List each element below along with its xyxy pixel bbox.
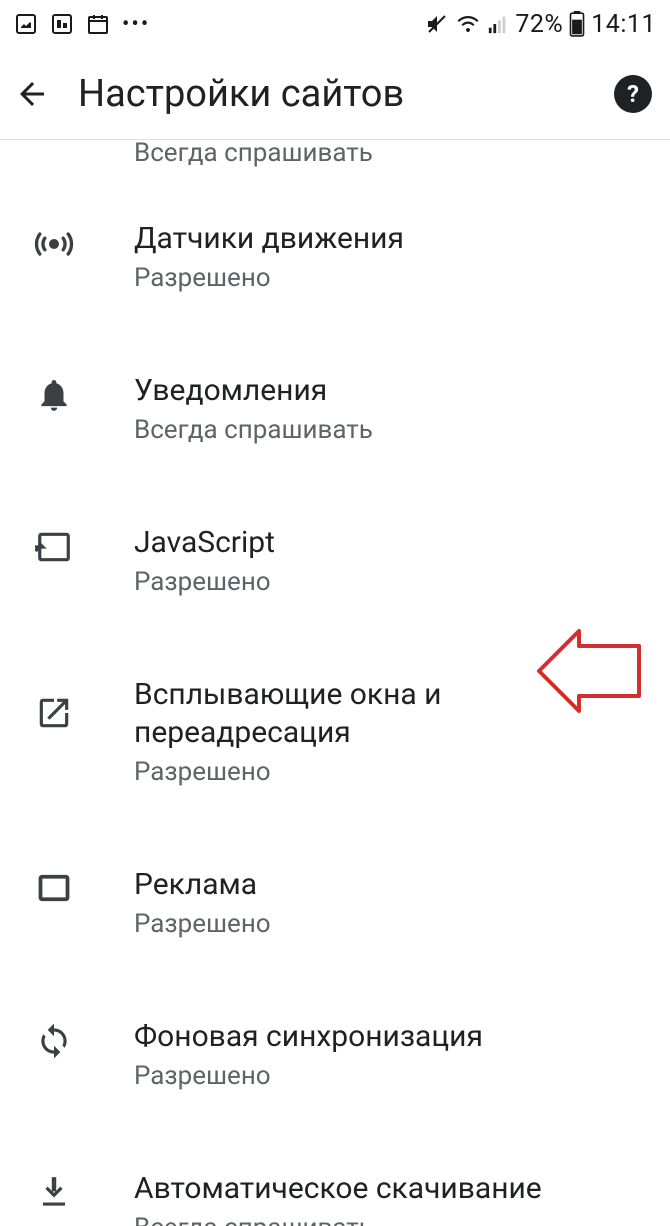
more-icon: ••• [122, 12, 150, 37]
notification-icon [50, 12, 74, 36]
setting-item-subtitle: Разрешено [134, 908, 650, 940]
setting-item-title: Уведомления [134, 372, 650, 410]
setting-item-title: Автоматическое скачивание [134, 1170, 650, 1208]
setting-item-subtitle: Всегда спрашивать [134, 1212, 650, 1226]
settings-list: Всегда спрашивать Датчики движения Разре… [0, 136, 670, 1226]
clock-text: 14:11 [591, 10, 656, 39]
back-button[interactable] [10, 72, 54, 116]
arrow-back-icon [14, 76, 50, 112]
setting-item-subtitle: Всегда спрашивать [134, 414, 650, 446]
motion-sensors-icon [24, 220, 84, 264]
status-bar: ••• 72% 14:11 [0, 0, 670, 48]
setting-item-auto-download[interactable]: Автоматическое скачивание Всегда спрашив… [0, 1142, 670, 1226]
setting-item-background-sync[interactable]: Фоновая синхронизация Разрешено [0, 990, 670, 1120]
battery-icon [569, 11, 585, 37]
setting-item-popups[interactable]: Всплывающие окна и переадресация Разреше… [0, 648, 670, 816]
javascript-icon [24, 524, 84, 566]
setting-item-motion-sensors[interactable]: Датчики движения Разрешено [0, 192, 670, 322]
help-icon: ? [627, 80, 639, 108]
mute-icon [425, 12, 449, 36]
bell-icon [24, 372, 84, 414]
download-icon [24, 1170, 84, 1212]
setting-item-subtitle: Разрешено [134, 756, 650, 788]
setting-item-subtitle: Разрешено [134, 262, 650, 294]
sync-icon [24, 1018, 84, 1060]
setting-item-ads[interactable]: Реклама Разрешено [0, 838, 670, 968]
status-left-icons: ••• [14, 12, 150, 37]
setting-item-title: Фоновая синхронизация [134, 1018, 650, 1056]
setting-item-notifications[interactable]: Уведомления Всегда спрашивать [0, 344, 670, 474]
wifi-icon [455, 12, 481, 36]
app-bar: Настройки сайтов ? [0, 48, 670, 140]
battery-percent: 72% [515, 10, 563, 39]
signal-icon [487, 13, 509, 35]
popup-icon [24, 676, 84, 732]
setting-item-title: Датчики движения [134, 220, 650, 258]
setting-item-title: JavaScript [134, 524, 650, 562]
setting-item-title: Всплывающие окна и переадресация [134, 676, 650, 752]
setting-item-title: Реклама [134, 866, 650, 904]
setting-item-subtitle: Разрешено [134, 566, 650, 598]
status-right-icons: 72% 14:11 [425, 10, 656, 39]
partial-item-top-subtitle: Всегда спрашивать [0, 136, 670, 170]
setting-item-subtitle: Разрешено [134, 1060, 650, 1092]
help-button[interactable]: ? [614, 75, 652, 113]
setting-item-javascript[interactable]: JavaScript Разрешено [0, 496, 670, 626]
ads-icon [24, 866, 84, 906]
calendar-icon [86, 12, 110, 36]
image-icon [14, 12, 38, 36]
page-title: Настройки сайтов [78, 72, 590, 116]
